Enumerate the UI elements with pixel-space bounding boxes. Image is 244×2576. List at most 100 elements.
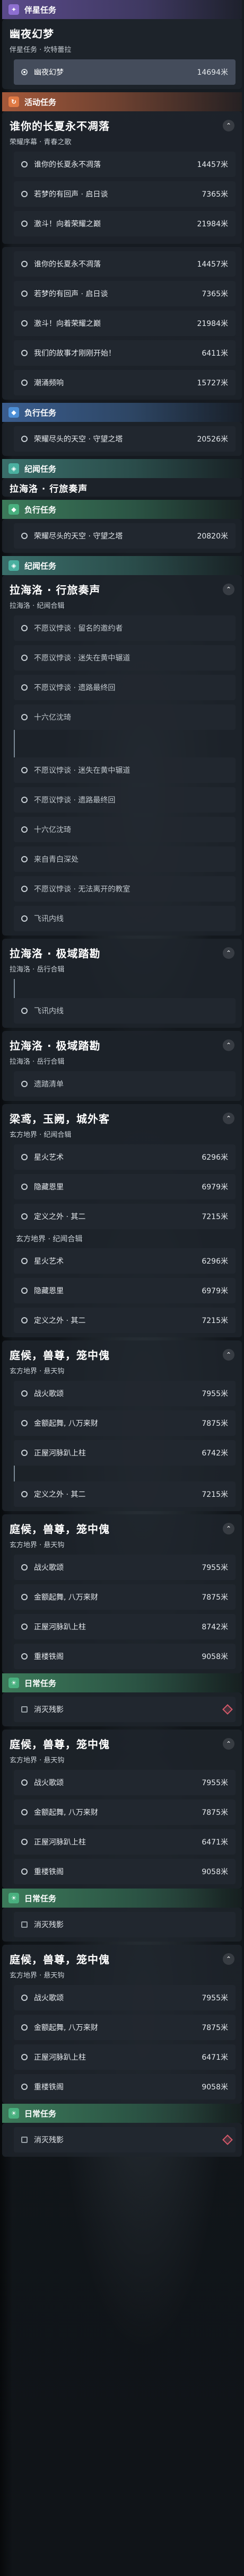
quest-row[interactable]: 激斗！向着荣耀之巅 21984米 bbox=[14, 311, 236, 336]
quest-header[interactable]: 拉海洛 · 行旅奏声 拉海洛 · 纪闻合辑 ⌃ bbox=[2, 575, 242, 615]
daily-quest-icon: ☀ bbox=[8, 1893, 19, 1903]
chevron-up-icon[interactable]: ⌃ bbox=[223, 1523, 234, 1534]
radio-icon bbox=[21, 2024, 28, 2031]
quest-row[interactable]: 金额起舞, 八万来财 7875米 bbox=[14, 1584, 236, 1610]
quest-header[interactable]: 拉海洛 · 极域踏勘 拉海洛 · 岳行合辑 ⌃ bbox=[2, 939, 242, 979]
quest-row[interactable]: 战火歌颂 7955米 bbox=[14, 1770, 236, 1795]
section-header-daily[interactable]: ☀ 日常任务 bbox=[2, 1889, 242, 1908]
quest-row[interactable]: 飞讯内线 bbox=[14, 906, 236, 931]
quest-row[interactable]: 不愿议悖谈 · 遗路最终回 bbox=[14, 787, 236, 813]
chevron-up-icon[interactable]: ⌃ bbox=[223, 947, 234, 959]
section-header-region[interactable]: ◈ 纪闻任务 bbox=[2, 556, 242, 575]
radio-icon bbox=[21, 1564, 28, 1571]
quest-row[interactable]: 不愿议悖谈 · 留名的邀约者 bbox=[14, 615, 236, 641]
quest-row[interactable]: 重楼铁阁 9058米 bbox=[14, 1644, 236, 1669]
quest-row[interactable]: 星火艺术 6296米 bbox=[14, 1248, 236, 1274]
quest-row[interactable]: 十六亿沈琦 bbox=[14, 817, 236, 842]
quest-row[interactable]: 我们的故事才刚刚开始！ 6411米 bbox=[14, 340, 236, 366]
quest-header[interactable]: 庭候，兽尊，笼中傀 玄方地界 · 悬天钩 ⌃ bbox=[2, 1945, 242, 1985]
section-header-daily[interactable]: ☀ 日常任务 bbox=[2, 1673, 242, 1692]
quest-header[interactable]: 庭候，兽尊，笼中傀 玄方地界 · 悬天钩 ⌃ bbox=[2, 1514, 242, 1555]
quest-row[interactable]: 战火歌颂 7955米 bbox=[14, 1985, 236, 2010]
quest-row[interactable]: 定义之外 · 其二 7215米 bbox=[14, 1204, 236, 1229]
section-header-side[interactable]: ◆ 负行任务 bbox=[2, 500, 242, 519]
quest-distance: 8742米 bbox=[202, 1623, 228, 1631]
quest-row[interactable]: 定义之外 · 其二 7215米 bbox=[14, 1308, 236, 1333]
radio-icon bbox=[21, 714, 28, 720]
chevron-up-icon[interactable]: ⌃ bbox=[223, 1349, 234, 1361]
quest-distance: 14694米 bbox=[197, 68, 228, 77]
quest-row[interactable]: 金额起舞, 八万来财 7875米 bbox=[14, 1410, 236, 1436]
quest-row[interactable]: 若梦的有回声 · 启日谈 7365米 bbox=[14, 181, 236, 207]
quest-card: 消灭残影 bbox=[2, 2123, 242, 2157]
quest-row[interactable]: 正屋河脉趴上柱 6471米 bbox=[14, 2044, 236, 2070]
quest-distance: 7875米 bbox=[202, 2024, 228, 2032]
quest-row[interactable]: 幽夜幻梦 14694米 bbox=[14, 59, 236, 85]
quest-row[interactable]: 消灭残影 bbox=[14, 2127, 236, 2152]
quest-header[interactable]: 庭候，兽尊，笼中傀 玄方地界 · 悬天钩 ⌃ bbox=[2, 1340, 242, 1381]
quest-row[interactable]: 潮涌频响 15727米 bbox=[14, 370, 236, 395]
quest-header[interactable]: 拉海洛 · 行旅奏声 bbox=[2, 478, 242, 497]
quest-row[interactable]: 不愿议悖谈 · 无法离开的教室 bbox=[14, 876, 236, 902]
quest-row[interactable]: 金额起舞, 八万来财 7875米 bbox=[14, 2015, 236, 2040]
quest-row[interactable]: 不愿议悖谈 · 迷失在黄中辗道 bbox=[14, 757, 236, 783]
quest-row[interactable]: 来自青白深处 bbox=[14, 846, 236, 872]
section-header-side[interactable]: ◆ 负行任务 bbox=[2, 403, 242, 422]
quest-row[interactable]: 定义之外 · 其二 7215米 bbox=[14, 1481, 236, 1507]
section-header-event[interactable]: ↻ 活动任务 bbox=[2, 92, 242, 111]
chevron-up-icon[interactable]: ⌃ bbox=[223, 1039, 234, 1051]
quest-row[interactable]: 若梦的有回声 · 启日谈 7365米 bbox=[14, 281, 236, 306]
quest-header[interactable]: 梁鸢，玉阙，城外客 玄方地界 · 纪闻合辑 ⌃ bbox=[2, 1104, 242, 1144]
section-header-companion[interactable]: ✦ 伴星任务 bbox=[2, 0, 242, 19]
quest-row[interactable]: 荣耀尽头的天空 · 守望之塔 20820米 bbox=[14, 523, 236, 549]
quest-row[interactable]: 隐藏恩里 6979米 bbox=[14, 1278, 236, 1303]
quest-row[interactable]: 消灭残影 bbox=[14, 1912, 236, 1937]
quest-row[interactable]: 荣耀尽头的天空 · 守望之塔 20526米 bbox=[14, 426, 236, 452]
quest-row[interactable]: 战火歌颂 7955米 bbox=[14, 1555, 236, 1580]
region-section: 庭候，兽尊，笼中傀 玄方地界 · 悬天钩 ⌃ 战火歌颂 7955米 金额起舞, 八… bbox=[2, 1730, 242, 1889]
quest-row[interactable]: 星火艺术 6296米 bbox=[14, 1144, 236, 1170]
quest-row[interactable]: 激斗！向着荣耀之巅 21984米 bbox=[14, 211, 236, 236]
quest-row[interactable]: 战火歌颂 7955米 bbox=[14, 1381, 236, 1406]
quest-distance: 7955米 bbox=[202, 1779, 228, 1787]
radio-icon bbox=[21, 1450, 28, 1456]
quest-title: 拉海洛 · 极域踏勘 bbox=[10, 1039, 101, 1052]
quest-title: 拉海洛 · 极域踏勘 bbox=[10, 947, 101, 960]
quest-header[interactable]: 庭候，兽尊，笼中傀 玄方地界 · 悬天钩 ⌃ bbox=[2, 1730, 242, 1770]
quest-name: 不愿议悖谈 · 遗路最终回 bbox=[34, 684, 116, 692]
quest-distance: 6979米 bbox=[202, 1287, 228, 1295]
quest-card: 幽夜幻梦 伴星任务 · 坎特蕾拉 幽夜幻梦 14694米 bbox=[2, 19, 242, 89]
quest-row[interactable]: 飞讯内线 bbox=[14, 998, 236, 1024]
quest-row[interactable]: 金额起舞, 八万来财 7875米 bbox=[14, 1799, 236, 1825]
quest-header[interactable]: 谁你的长夏永不凋落 荣耀序幕 · 青春之歌 ⌃ bbox=[2, 111, 242, 152]
quest-row[interactable]: 十六亿沈琦 bbox=[14, 704, 236, 730]
quest-row[interactable]: 正屋河脉趴上柱 8742米 bbox=[14, 1614, 236, 1639]
quest-row[interactable]: 不愿议悖谈 · 遗路最终回 bbox=[14, 675, 236, 700]
quest-row[interactable]: 正屋河脉趴上柱 6742米 bbox=[14, 1440, 236, 1466]
quest-card: 消灭残影 bbox=[2, 1908, 242, 1942]
quest-row[interactable]: 谁你的长夏永不凋落 14457米 bbox=[14, 251, 236, 277]
chevron-up-icon[interactable]: ⌃ bbox=[223, 1953, 234, 1965]
quest-name: 荣耀尽头的天空 · 守望之塔 bbox=[34, 435, 123, 444]
quest-row[interactable]: 遗踏清单 bbox=[14, 1071, 236, 1097]
region-section: ◈ 纪闻任务 拉海洛 · 行旅奏声 bbox=[2, 459, 242, 497]
chevron-up-icon[interactable]: ⌃ bbox=[223, 584, 234, 595]
quest-distance: 14457米 bbox=[197, 161, 228, 169]
section-header-region[interactable]: ◈ 纪闻任务 bbox=[2, 459, 242, 478]
quest-row[interactable]: 隐藏恩里 6979米 bbox=[14, 1174, 236, 1199]
quest-row[interactable]: 正屋河脉趴上柱 6471米 bbox=[14, 1829, 236, 1855]
quest-row[interactable]: 不愿议悖谈 · 迷失在黄中辗道 bbox=[14, 645, 236, 671]
quest-title: 幽夜幻梦 bbox=[10, 28, 54, 40]
quest-row[interactable]: 消灭残影 bbox=[14, 1697, 236, 1722]
quest-row[interactable]: 重楼铁阁 9058米 bbox=[14, 2074, 236, 2099]
quest-header[interactable]: 幽夜幻梦 伴星任务 · 坎特蕾拉 bbox=[2, 19, 242, 59]
chevron-up-icon[interactable]: ⌃ bbox=[223, 120, 234, 131]
quest-row[interactable]: 谁你的长夏永不凋落 14457米 bbox=[14, 152, 236, 177]
chevron-up-icon[interactable]: ⌃ bbox=[223, 1738, 234, 1750]
region-section: ◈ 纪闻任务 拉海洛 · 行旅奏声 拉海洛 · 纪闻合辑 ⌃ 不愿议悖谈 · 留… bbox=[2, 556, 242, 936]
quest-subtitle: 荣耀序幕 · 青春之歌 bbox=[10, 138, 72, 146]
section-header-daily[interactable]: ☀ 日常任务 bbox=[2, 2104, 242, 2123]
chevron-up-icon[interactable]: ⌃ bbox=[223, 1113, 234, 1124]
quest-header[interactable]: 拉海洛 · 极域踏勘 拉海洛 · 岳行合辑 ⌃ bbox=[2, 1031, 242, 1071]
quest-row[interactable]: 重楼铁阁 9058米 bbox=[14, 1859, 236, 1884]
